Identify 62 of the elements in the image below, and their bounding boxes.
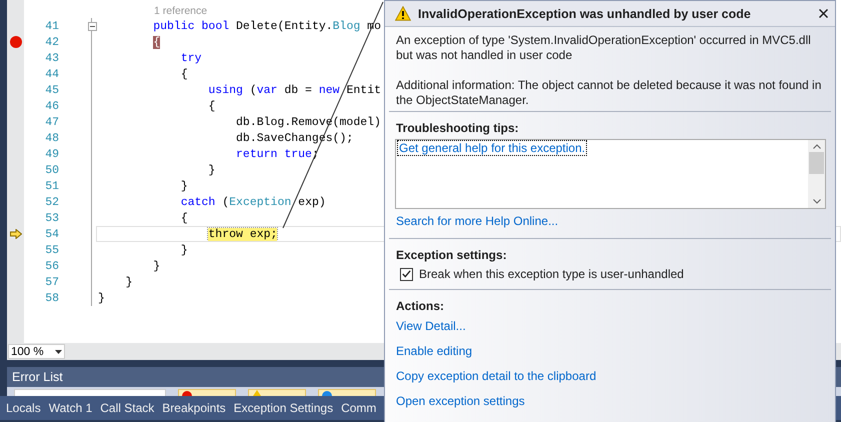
tip-link[interactable]: Get general help for this exception.: [398, 141, 586, 155]
code-line: {: [208, 100, 216, 112]
line-number: 55: [44, 244, 60, 256]
line-number: 54: [44, 228, 60, 240]
line-number: 50: [44, 164, 60, 176]
code-line: }: [98, 292, 105, 304]
code-line: }: [180, 244, 188, 256]
collapse-icon[interactable]: [88, 22, 97, 30]
section-heading: Troubleshooting tips:: [396, 120, 520, 136]
line-number: 45: [44, 84, 60, 96]
exception-message: An exception of type 'System.InvalidOperationException' occurred in MVC5.dll but was not handled in user code: [396, 33, 812, 63]
panel-title: Error List: [12, 370, 63, 384]
line-number: 56: [44, 260, 60, 272]
line-number: 44: [44, 68, 60, 80]
code-line: }: [180, 180, 188, 192]
section-heading: Exception settings:: [396, 247, 508, 263]
action-link[interactable]: Open exception settings: [396, 394, 525, 409]
help-link[interactable]: Search for more Help Online...: [396, 214, 558, 229]
close-icon[interactable]: [819, 9, 828, 18]
line-number: 41: [44, 20, 60, 32]
panel-tab[interactable]: Breakpoints: [158, 401, 230, 415]
code-line: try: [180, 52, 202, 64]
error-icon: [182, 390, 192, 396]
code-line: }: [126, 276, 132, 288]
line-number: 52: [44, 196, 60, 208]
action-link[interactable]: Enable editing: [396, 344, 472, 359]
code-line: }: [153, 260, 160, 272]
code-line: }: [208, 164, 216, 176]
code-line: {: [180, 212, 188, 224]
section-heading: Actions:: [396, 298, 445, 314]
panel-tab[interactable]: Exception Settings: [230, 401, 338, 415]
line-number: 49: [44, 148, 60, 160]
code-line: catch (Exception exp): [180, 196, 326, 208]
code-line: using (var db = new Entit: [208, 84, 382, 96]
panel-tab[interactable]: Call Stack: [96, 401, 158, 415]
checkbox-label: Break when this exception type is user-unhandled: [419, 267, 684, 281]
line-number: 46: [44, 100, 60, 112]
line-number: 53: [44, 212, 60, 224]
zoom-dropdown[interactable]: 100 %: [8, 344, 65, 359]
warning-icon: [395, 6, 411, 21]
scroll-up-icon[interactable]: [812, 144, 820, 149]
code-line: {: [180, 68, 188, 80]
panel-tab[interactable]: Comm: [337, 401, 380, 415]
action-link[interactable]: View Detail...: [396, 319, 466, 334]
breakpoint-icon[interactable]: [10, 36, 22, 48]
additional-information: Additional information: The object cannot be deleted because it was not found in the ObjectStateManager.: [396, 78, 822, 108]
panel-tab[interactable]: Watch 1: [44, 401, 96, 415]
action-link[interactable]: Copy exception detail to the clipboard: [396, 369, 596, 384]
scrollbar-thumb[interactable]: [809, 152, 824, 174]
line-number: 57: [44, 276, 60, 288]
line-number: 58: [44, 292, 60, 304]
line-number: 51: [44, 180, 60, 192]
checkbox[interactable]: [400, 268, 413, 280]
line-number: 48: [44, 132, 60, 144]
info-icon: [322, 390, 332, 396]
dialog-title: InvalidOperationException was unhandled by user code: [418, 6, 752, 20]
line-number: 42: [44, 36, 60, 48]
line-number: 47: [44, 116, 60, 128]
line-number: 43: [44, 52, 60, 64]
scroll-down-icon[interactable]: [812, 199, 820, 204]
caret-icon: [55, 350, 62, 354]
panel-tab[interactable]: Locals: [2, 401, 45, 415]
